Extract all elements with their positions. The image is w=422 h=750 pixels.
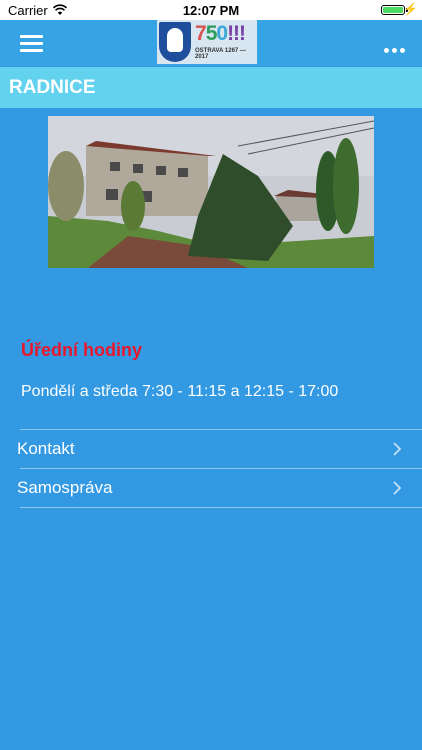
page-title: RADNICE (9, 77, 96, 98)
more-dots-icon[interactable] (384, 40, 408, 53)
town-hall-photo (48, 116, 374, 268)
chevron-right-icon (393, 442, 401, 456)
coat-of-arms-icon (159, 22, 191, 62)
list-item-samosprava[interactable]: Samospráva (0, 469, 422, 507)
list-item-kontakt[interactable]: Kontakt (0, 430, 422, 468)
office-hours-text: Pondělí a středa 7:30 - 11:15 a 12:15 - … (21, 383, 339, 400)
clock: 12:07 PM (182, 3, 240, 18)
navbar: 750!!! OSTRAVA 1267 — 2017 (0, 20, 422, 66)
office-hours-heading: Úřední hodiny (21, 340, 142, 360)
chevron-right-icon (393, 481, 401, 495)
charging-bolt-icon: ⚡ (403, 2, 418, 16)
city-logo: 750!!! OSTRAVA 1267 — 2017 (157, 20, 257, 64)
divider (20, 507, 422, 508)
battery-icon (381, 5, 405, 15)
hamburger-menu-icon[interactable] (20, 35, 43, 52)
list-item-label: Samospráva (17, 478, 113, 497)
section-title-bar: RADNICE (0, 67, 422, 108)
status-bar: Carrier 12:07 PM ⚡ (0, 0, 422, 20)
logo-750: 750!!! (195, 22, 246, 45)
logo-subtitle: OSTRAVA 1267 — 2017 (195, 48, 246, 60)
list-item-label: Kontakt (17, 439, 75, 458)
